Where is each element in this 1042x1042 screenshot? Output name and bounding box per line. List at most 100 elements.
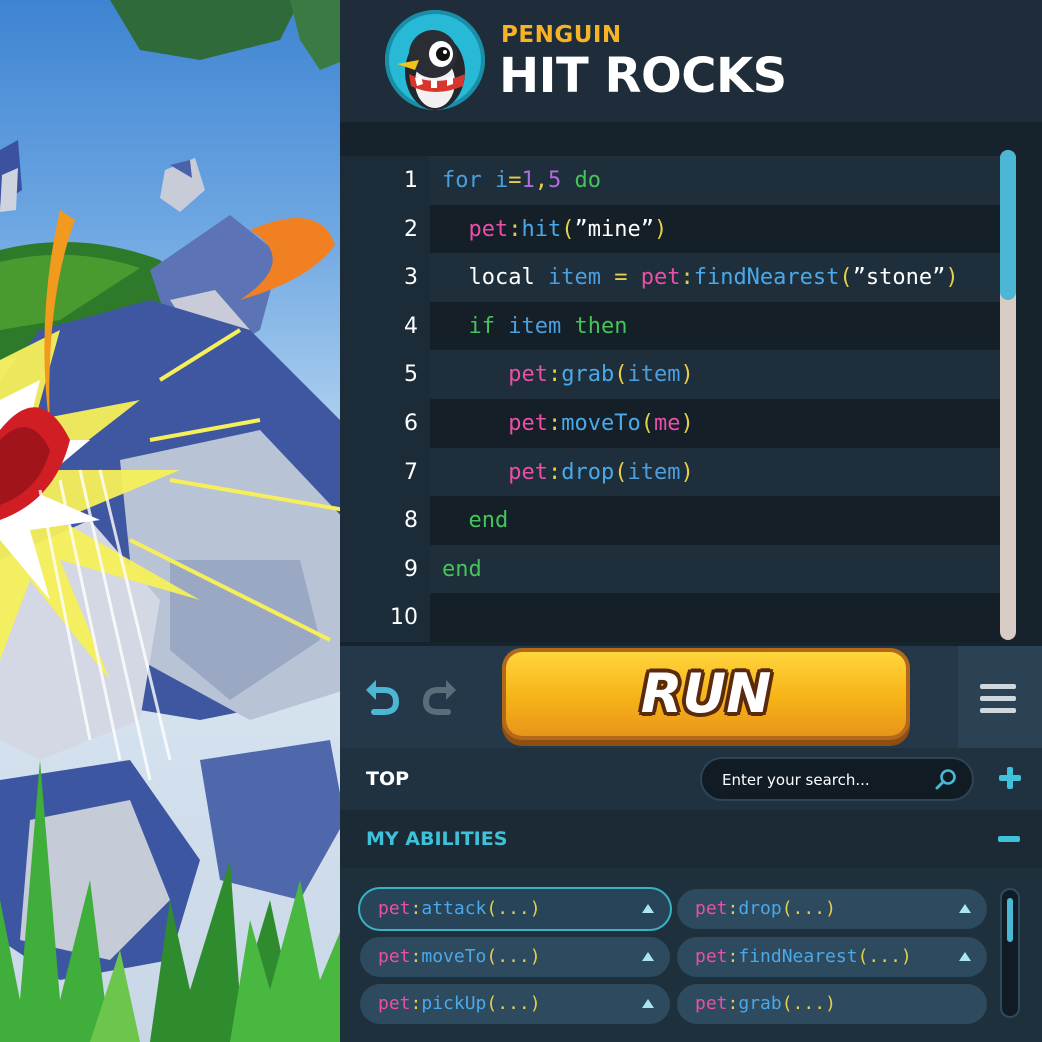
line-code[interactable]: local item = pet:findNearest(”stone”): [430, 253, 1000, 303]
abilities-list: pet:attack(...) pet:drop(...) pet:moveTo(.…: [340, 868, 1042, 1042]
ability-chip-attack[interactable]: pet:attack(...): [360, 889, 670, 929]
abilities-header[interactable]: MY ABILITIES: [340, 810, 1042, 868]
expand-arrow-icon[interactable]: [959, 904, 971, 913]
ability-chip-pickup[interactable]: pet:pickUp(...): [360, 984, 670, 1024]
code-token: pet: [508, 411, 548, 436]
add-icon[interactable]: [996, 764, 1024, 792]
code-token: moveTo: [561, 411, 641, 436]
ability-token: :: [727, 945, 739, 967]
expand-arrow-icon[interactable]: [959, 951, 971, 961]
penguin-avatar-icon: [385, 10, 485, 110]
ability-chip-findnearest[interactable]: pet:findNearest(...): [677, 936, 987, 977]
ability-chip-text: pet:findNearest(...): [695, 937, 912, 977]
line-number: 2: [404, 216, 418, 242]
code-token: :: [547, 362, 562, 388]
menu-button[interactable]: [958, 646, 1042, 748]
code-token: (: [839, 265, 853, 291]
line-code[interactable]: pet:moveTo(me): [430, 399, 1000, 448]
code-line[interactable]: 7 pet:drop(item): [340, 447, 1000, 497]
line-code[interactable]: [430, 593, 1000, 643]
line-number: 1: [404, 168, 418, 193]
line-code[interactable]: end: [430, 544, 1000, 594]
line-gutter: 9: [340, 544, 430, 594]
run-button-label: RUN: [640, 662, 772, 725]
ability-chip-text: pet:drop(...): [695, 889, 836, 929]
redo-button[interactable]: [418, 676, 460, 718]
expand-arrow-icon[interactable]: [642, 951, 654, 961]
abilities-scrollbar-thumb[interactable]: [1007, 898, 1013, 942]
search-input[interactable]: [720, 759, 929, 801]
line-code[interactable]: end: [430, 496, 1000, 546]
code-token: :: [508, 216, 522, 242]
code-line[interactable]: 8 end: [340, 496, 1000, 546]
code-token: ): [680, 459, 694, 485]
hamburger-menu-icon: [980, 684, 1016, 689]
code-token: grab: [561, 362, 615, 388]
line-code[interactable]: for i=1,5 do: [430, 156, 1000, 205]
ability-token: :: [727, 898, 739, 919]
code-editor[interactable]: 1 for i=1,5 do 2 pet:hit(”mine”) 3 local it…: [340, 122, 1042, 646]
code-panel: PENGUIN HIT ROCKS 1 for i=1,5 do 2 pet:hit…: [340, 0, 1042, 1042]
undo-button[interactable]: [362, 676, 404, 718]
ability-chip-moveto[interactable]: pet:moveTo(...): [360, 936, 670, 977]
code-token: ): [680, 411, 694, 436]
code-token: ,: [534, 168, 548, 193]
ability-chip-grab[interactable]: pet:grab(...): [677, 984, 987, 1024]
code-token: :: [680, 265, 694, 291]
line-code[interactable]: pet:drop(item): [430, 447, 1000, 497]
code-token: =: [508, 168, 522, 193]
code-line[interactable]: 1 for i=1,5 do: [340, 156, 1000, 205]
code-line[interactable]: 3 local item = pet:findNearest(”stone”): [340, 253, 1000, 303]
line-code[interactable]: if item then: [430, 301, 1000, 351]
collapse-icon[interactable]: [998, 836, 1020, 842]
ability-token: pet: [695, 898, 728, 919]
code-line[interactable]: 2 pet:hit(”mine”): [340, 204, 1000, 254]
expand-arrow-icon[interactable]: [642, 904, 654, 913]
code-token: item: [547, 265, 601, 291]
code-line[interactable]: 5 pet:grab(item): [340, 350, 1000, 400]
code-token: 1: [521, 168, 535, 193]
code-token: me: [653, 411, 681, 436]
ability-token: pet: [695, 945, 728, 967]
code-line[interactable]: 6 pet:moveTo(me): [340, 399, 1000, 448]
ability-chip-drop[interactable]: pet:drop(...): [677, 889, 987, 929]
code-line[interactable]: 10: [340, 593, 1000, 643]
search-icon[interactable]: [934, 767, 958, 791]
ability-token: (...): [486, 945, 541, 967]
editor-scrollbar-thumb[interactable]: [1000, 150, 1016, 300]
code-token: end: [442, 556, 482, 582]
code-line[interactable]: 4 if item then: [340, 301, 1000, 351]
code-token: ”mine”: [574, 216, 654, 242]
expand-arrow-icon[interactable]: [642, 999, 654, 1008]
ability-token: (...): [486, 993, 541, 1014]
run-button[interactable]: RUN: [506, 652, 906, 736]
abilities-label: MY ABILITIES: [366, 828, 508, 850]
editor-toolbar: RUN: [340, 646, 1042, 748]
line-code[interactable]: pet:grab(item): [430, 350, 1000, 400]
line-code[interactable]: pet:hit(”mine”): [430, 204, 1000, 254]
search-box[interactable]: [702, 759, 972, 801]
ability-token: pet: [378, 945, 411, 967]
line-number: 5: [404, 362, 418, 388]
ability-token: :: [410, 898, 422, 919]
code-token: :: [547, 459, 562, 485]
code-token: ”stone”: [852, 265, 946, 291]
ability-token: pet: [695, 993, 728, 1014]
line-number: 6: [404, 411, 418, 436]
code-token: (: [614, 362, 628, 388]
undo-icon: [366, 680, 400, 715]
rock-smash-illustration: [0, 0, 345, 1042]
code-token: local: [442, 265, 548, 291]
code-token: drop: [561, 459, 615, 485]
ability-token: pet: [378, 898, 411, 919]
ability-chip-text: pet:pickUp(...): [378, 984, 541, 1024]
ability-token: drop: [738, 898, 782, 919]
code-line[interactable]: 9 end: [340, 544, 1000, 594]
